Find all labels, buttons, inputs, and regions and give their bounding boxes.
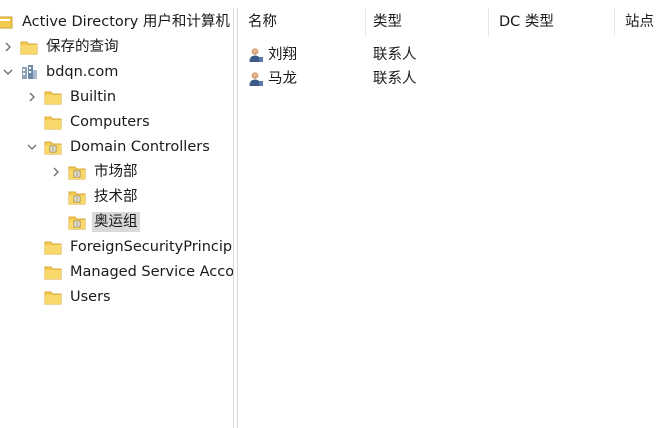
ou-icon xyxy=(68,214,86,230)
tree-item-foreign-security-principals[interactable]: ForeignSecurityPrincipals xyxy=(44,235,233,259)
list-item[interactable]: 马龙 联系人 xyxy=(238,68,657,90)
ou-icon xyxy=(68,164,86,180)
folder-icon xyxy=(44,289,62,305)
tree-item-label: Computers xyxy=(70,114,150,130)
column-header-dc-type[interactable]: DC 类型 xyxy=(489,8,615,36)
tree-item-computers[interactable]: Computers xyxy=(44,110,152,134)
tree-item-label: 技术部 xyxy=(94,189,138,205)
tree-item-domain-controllers[interactable]: Domain Controllers xyxy=(26,135,212,159)
folder-icon xyxy=(44,264,62,280)
tree-item-label: Domain Controllers xyxy=(70,139,210,155)
ou-icon xyxy=(68,189,86,205)
tree-item-users[interactable]: Users xyxy=(44,285,113,309)
tree-item-label: 市场部 xyxy=(94,164,138,180)
folder-icon xyxy=(44,114,62,130)
tree-item-saved-queries[interactable]: 保存的查询 xyxy=(2,35,121,59)
tree-item-domain[interactable]: bdqn.com xyxy=(2,60,120,84)
tree-item-managed-service-accounts[interactable]: Managed Service Accounts xyxy=(44,260,233,284)
aduc-root-icon xyxy=(0,14,14,30)
contact-type: 联系人 xyxy=(373,47,417,63)
list-header: 名称 类型 DC 类型 站点 xyxy=(238,8,657,36)
contact-name: 刘翔 xyxy=(268,47,297,63)
folder-icon xyxy=(20,39,38,55)
folder-icon xyxy=(44,239,62,255)
folder-icon xyxy=(44,89,62,105)
details-list[interactable]: 名称 类型 DC 类型 站点 刘翔 联系人 马龙 联系人 xyxy=(238,8,657,428)
list-item[interactable]: 刘翔 联系人 xyxy=(238,44,657,66)
tree-root[interactable]: Active Directory 用户和计算机 xyxy=(0,10,232,34)
contact-icon xyxy=(248,71,264,87)
aduc-window: Active Directory 用户和计算机 保存的查询 bdqn.com B… xyxy=(0,0,657,428)
column-header-type[interactable]: 类型 xyxy=(363,8,489,36)
chevron-right-icon[interactable] xyxy=(2,41,14,53)
ou-icon xyxy=(44,139,62,155)
tree-item-label: Managed Service Accounts xyxy=(70,264,233,280)
contact-type: 联系人 xyxy=(373,71,417,87)
tree-item-tech[interactable]: 技术部 xyxy=(68,185,140,209)
tree-item-builtin[interactable]: Builtin xyxy=(26,85,118,109)
domain-icon xyxy=(20,64,38,80)
contact-name: 马龙 xyxy=(268,71,297,87)
tree-root-label: Active Directory 用户和计算机 xyxy=(22,14,230,30)
tree-item-olympic[interactable]: 奥运组 xyxy=(68,210,140,234)
navigation-tree[interactable]: Active Directory 用户和计算机 保存的查询 bdqn.com B… xyxy=(0,8,233,428)
chevron-right-icon[interactable] xyxy=(26,91,38,103)
chevron-right-icon[interactable] xyxy=(50,166,62,178)
tree-item-label: Builtin xyxy=(70,89,117,105)
tree-item-label: 奥运组 xyxy=(92,212,140,232)
tree-item-label: bdqn.com xyxy=(46,64,119,80)
chevron-down-icon[interactable] xyxy=(2,66,14,78)
tree-item-marketing[interactable]: 市场部 xyxy=(50,160,140,184)
tree-item-label: 保存的查询 xyxy=(46,39,119,55)
column-header-site[interactable]: 站点 xyxy=(615,8,657,36)
tree-item-label: Users xyxy=(70,289,111,305)
chevron-down-icon[interactable] xyxy=(26,141,38,153)
tree-item-label: ForeignSecurityPrincipals xyxy=(70,239,233,255)
contact-icon xyxy=(248,47,264,63)
column-header-name[interactable]: 名称 xyxy=(238,8,366,36)
